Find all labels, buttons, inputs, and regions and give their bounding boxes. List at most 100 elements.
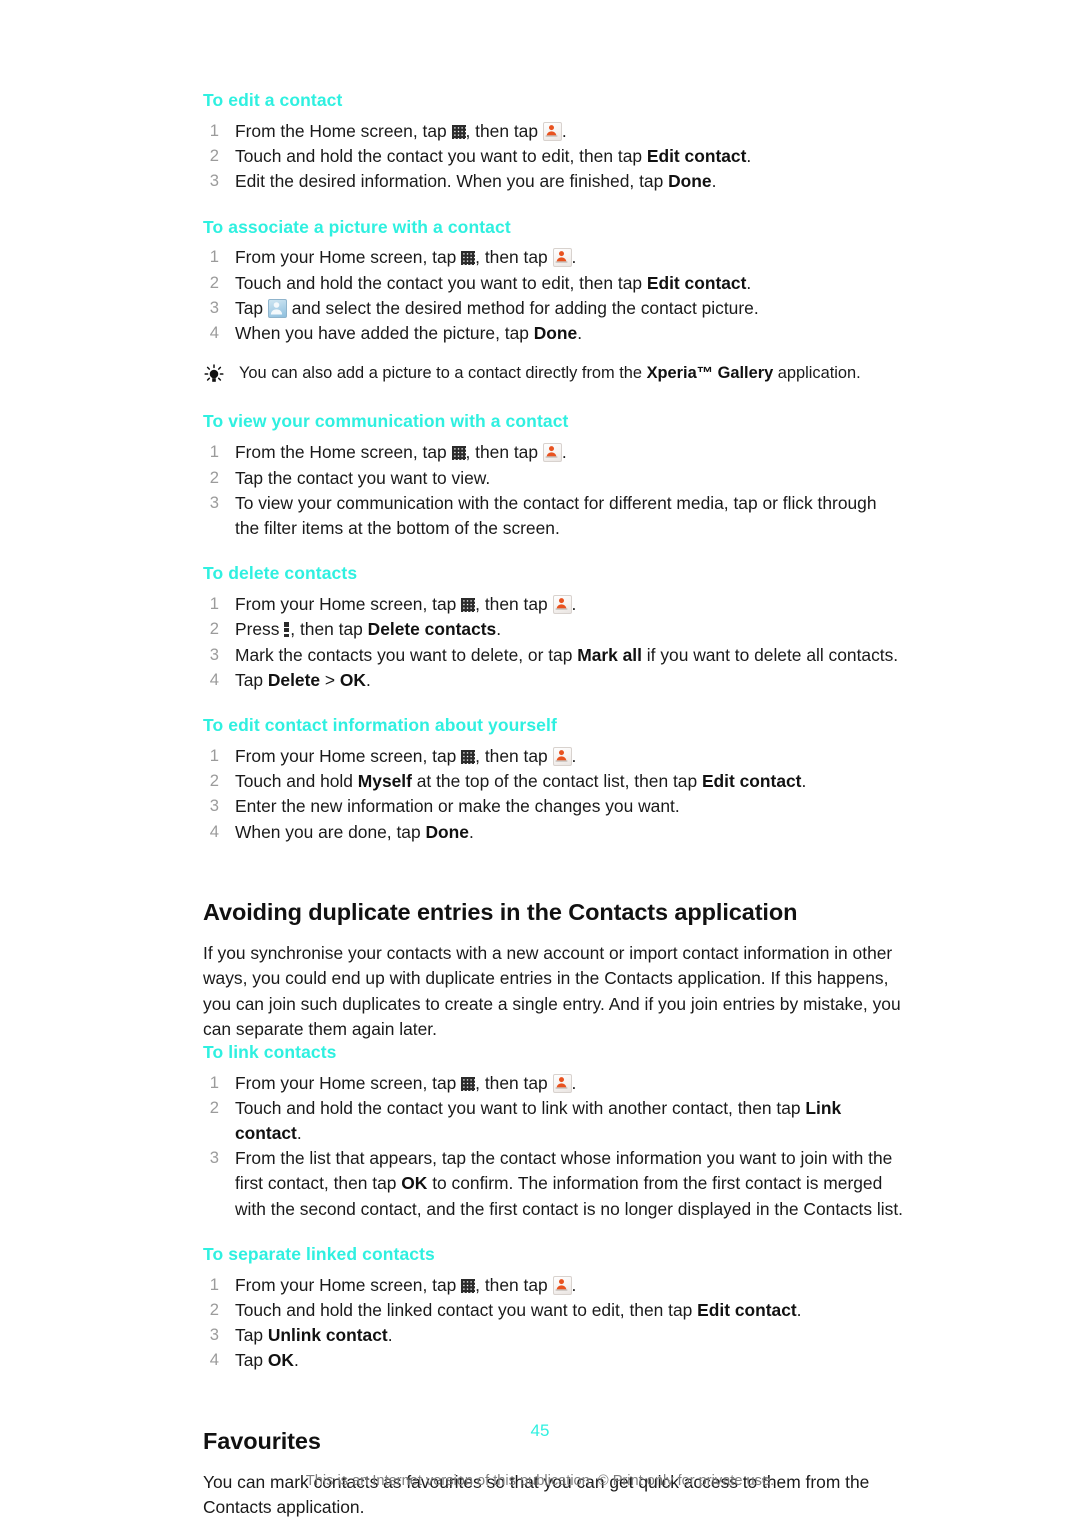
emphasis-label: Edit contact <box>701 771 802 792</box>
contacts-icon <box>542 443 562 463</box>
procedure-separate-linked-contacts: To separate linked contacts 1 From your Ho… <box>203 1244 903 1374</box>
emphasis-label: Done <box>425 821 469 842</box>
step-item: 2 Press , then tap Delete contacts. <box>203 617 903 642</box>
step-number: 2 <box>209 1097 219 1117</box>
procedure-heading: To view your communication with a contac… <box>203 411 569 432</box>
step-item: 2 Touch and hold the contact you want to … <box>203 271 903 296</box>
step-text: Touch and hold the linked contact you wa… <box>235 1300 802 1321</box>
step-text: Tap Delete > OK. <box>235 669 371 690</box>
app-grid-icon <box>461 251 476 266</box>
step-number: 1 <box>209 120 219 140</box>
procedure-steps: 1 From your Home screen, tap , then tap .… <box>203 744 903 845</box>
contacts-icon <box>552 746 572 766</box>
procedure-steps: 1 From your Home screen, tap , then tap .… <box>203 1071 903 1222</box>
step-text: Tap OK. <box>235 1350 299 1371</box>
step-item: 1 From your Home screen, tap , then tap . <box>203 1071 903 1096</box>
step-text: From the Home screen, tap , then tap . <box>235 120 567 141</box>
step-item: 2 Tap the contact you want to view. <box>203 466 903 491</box>
section-avoiding-duplicate-entries: Avoiding duplicate entries in the Contac… <box>203 897 903 1042</box>
step-text: From your Home screen, tap , then tap . <box>235 247 577 268</box>
step-number: 4 <box>209 821 219 841</box>
emphasis-label: Edit contact <box>646 146 747 167</box>
emphasis-label: Myself <box>357 771 412 792</box>
step-number: 3 <box>209 796 219 816</box>
procedure-edit-contact-information-about-yourself: To edit contact information about yourse… <box>203 715 903 845</box>
step-number: 1 <box>209 1274 219 1294</box>
step-text: Tap and select the desired method for ad… <box>235 297 759 318</box>
step-text: To view your communication with the cont… <box>235 492 877 538</box>
step-number: 2 <box>209 272 219 292</box>
emphasis-label: Mark all <box>577 644 642 665</box>
emphasis-label: Unlink contact <box>267 1325 388 1346</box>
step-item: 2 Touch and hold the contact you want to … <box>203 1096 903 1146</box>
footer-copyright-note: This is an Internet version of this publ… <box>305 1473 775 1489</box>
step-number: 4 <box>209 1350 219 1370</box>
step-item: 1 From your Home screen, tap , then tap . <box>203 1273 903 1298</box>
step-item: 4 Tap OK. <box>203 1348 903 1373</box>
step-text: From your Home screen, tap , then tap . <box>235 745 577 766</box>
step-text: Edit the desired information. When you a… <box>235 171 717 192</box>
lightbulb-tip-icon <box>203 364 225 389</box>
step-item: 4 When you have added the picture, tap Do… <box>203 321 903 346</box>
step-text: From your Home screen, tap , then tap . <box>235 1274 577 1295</box>
contacts-icon <box>552 1073 572 1093</box>
procedure-heading: To edit contact information about yourse… <box>203 715 557 736</box>
step-text: Enter the new information or make the ch… <box>235 796 680 817</box>
procedure-link-contacts: To link contacts 1 From your Home screen, … <box>203 1042 903 1222</box>
page-number: 45 <box>530 1421 550 1440</box>
step-text: From your Home screen, tap , then tap . <box>235 1072 577 1093</box>
step-number: 3 <box>209 297 219 317</box>
contacts-icon <box>552 595 572 615</box>
step-number: 1 <box>209 442 219 462</box>
step-text: When you are done, tap Done. <box>235 821 474 842</box>
step-text: Tap the contact you want to view. <box>235 467 491 488</box>
step-text: Mark the contacts you want to delete, or… <box>235 644 899 665</box>
step-text: From the list that appears, tap the cont… <box>235 1148 903 1219</box>
step-item: 3 To view your communication with the con… <box>203 491 903 541</box>
step-text: Touch and hold the contact you want to l… <box>235 1097 842 1143</box>
emphasis-label: Done <box>533 323 578 344</box>
step-number: 4 <box>209 669 219 689</box>
app-grid-icon <box>451 124 466 139</box>
step-item: 4 When you are done, tap Done. <box>203 820 903 845</box>
procedure-heading: To delete contacts <box>203 563 358 584</box>
emphasis-label: Delete <box>267 669 321 690</box>
step-text: From the Home screen, tap , then tap . <box>235 442 567 463</box>
procedure-steps: 1 From your Home screen, tap , then tap .… <box>203 592 903 693</box>
procedure-steps: 1 From the Home screen, tap , then tap . 2… <box>203 440 903 541</box>
step-item: 4 Tap Delete > OK. <box>203 668 903 693</box>
step-number: 3 <box>209 492 219 512</box>
step-item: 2 Touch and hold the contact you want to … <box>203 144 903 169</box>
emphasis-label: Edit contact <box>646 272 747 293</box>
app-grid-icon <box>461 1278 476 1293</box>
emphasis-label: Delete contacts <box>367 619 497 640</box>
step-number: 1 <box>209 594 219 614</box>
step-text: From your Home screen, tap , then tap . <box>235 594 577 615</box>
tip-text: You can also add a picture to a contact … <box>239 364 861 383</box>
emphasis-label: Link contact <box>235 1097 842 1143</box>
step-item: 3 Mark the contacts you want to delete, o… <box>203 643 903 668</box>
step-number: 1 <box>209 745 219 765</box>
step-number: 4 <box>209 323 219 343</box>
tip-callout: You can also add a picture to a contact … <box>203 362 903 389</box>
step-item: 1 From the Home screen, tap , then tap . <box>203 119 903 144</box>
step-number: 3 <box>209 1148 219 1168</box>
step-number: 1 <box>209 247 219 267</box>
emphasis-label: OK <box>401 1173 428 1194</box>
step-text: When you have added the picture, tap Don… <box>235 323 583 344</box>
emphasis-label: OK <box>267 1350 294 1371</box>
app-grid-icon <box>461 598 476 613</box>
contacts-icon <box>552 1275 572 1295</box>
contact-picture-icon <box>267 298 287 318</box>
procedure-heading: To link contacts <box>203 1041 337 1062</box>
step-item: 1 From your Home screen, tap , then tap . <box>203 744 903 769</box>
step-number: 2 <box>209 146 219 166</box>
step-text: Press , then tap Delete contacts. <box>235 619 502 640</box>
overflow-menu-icon <box>284 622 290 638</box>
step-number: 3 <box>209 1325 219 1345</box>
step-number: 3 <box>209 171 219 191</box>
procedure-steps: 1 From your Home screen, tap , then tap .… <box>203 1273 903 1374</box>
step-item: 3 Edit the desired information. When you … <box>203 169 903 194</box>
procedure-steps: 1 From the Home screen, tap , then tap . 2… <box>203 119 903 195</box>
